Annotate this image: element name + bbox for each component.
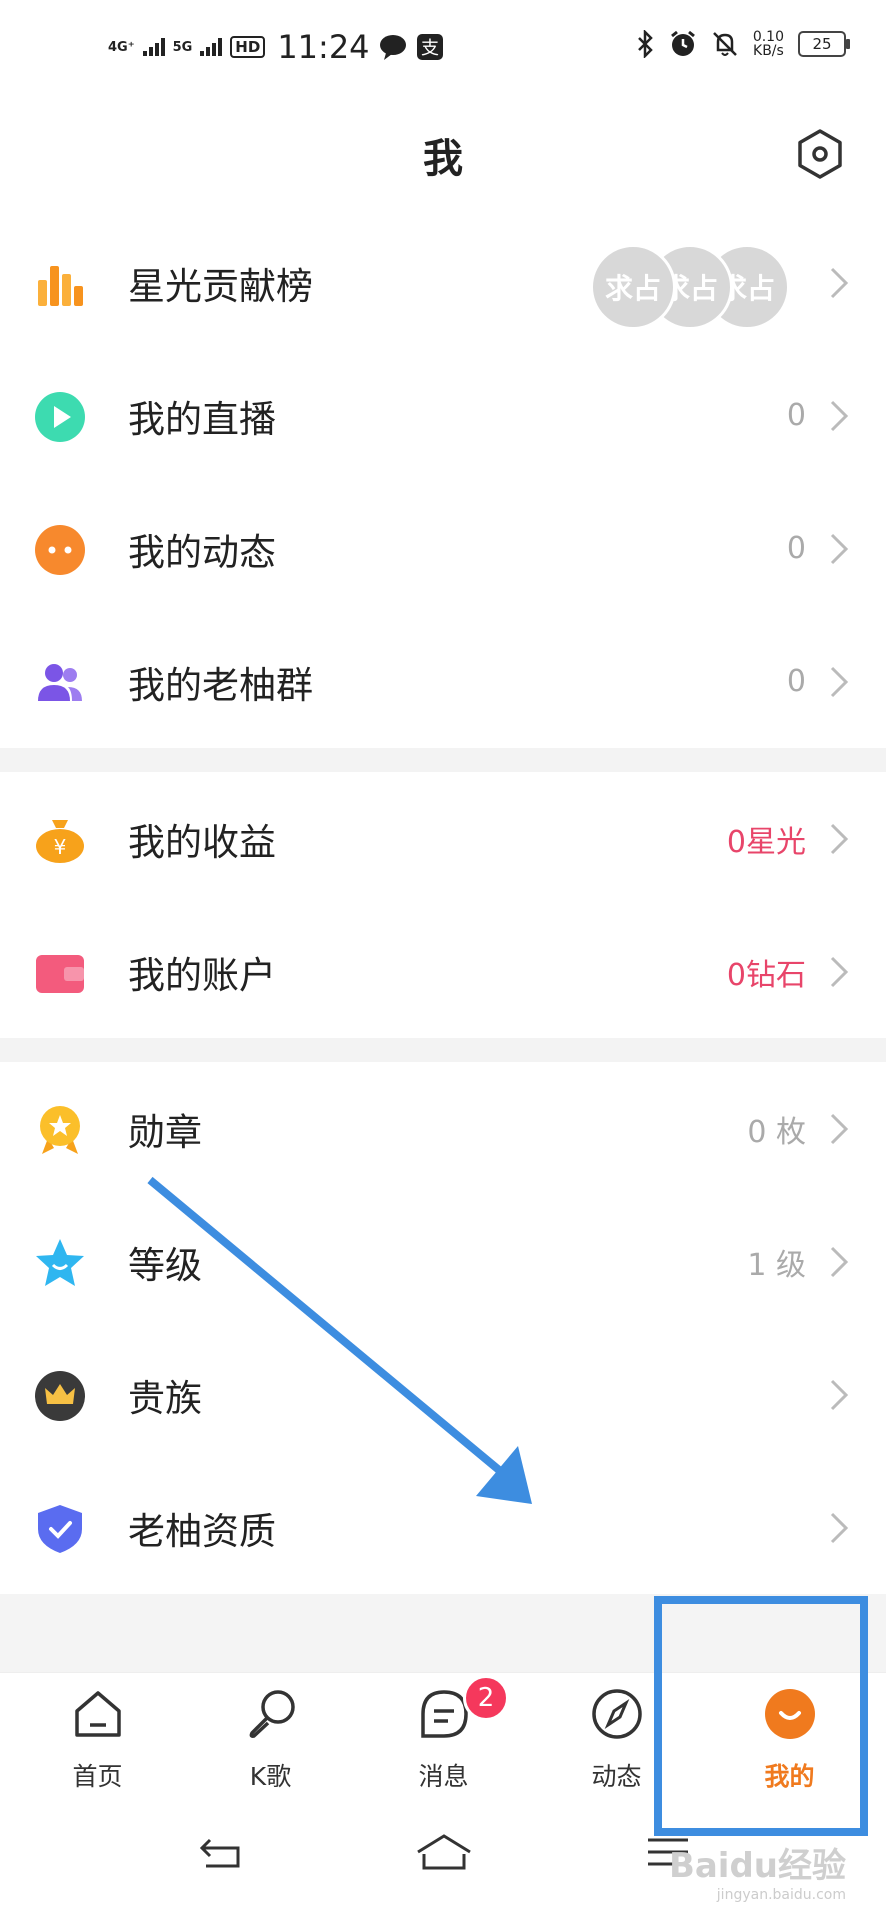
tab-label: 消息 bbox=[418, 1762, 469, 1791]
row-label: 我的账户 bbox=[128, 953, 276, 997]
battery-icon: 25 bbox=[798, 31, 850, 57]
group-icon bbox=[38, 664, 82, 701]
svg-text:¥: ¥ bbox=[54, 835, 67, 859]
battery-level: 25 bbox=[812, 35, 832, 53]
home-icon bbox=[75, 1691, 121, 1737]
home-nav-icon[interactable] bbox=[414, 1832, 474, 1872]
tab-label: 首页 bbox=[72, 1762, 123, 1791]
row-nobility[interactable]: 贵族 bbox=[0, 1328, 886, 1461]
row-medals[interactable]: 勋章 0 枚 bbox=[0, 1062, 886, 1195]
row-star-contribution[interactable]: 星光贡献榜 求占 求占 求占 bbox=[0, 216, 886, 349]
annotation-highlight-box bbox=[654, 1596, 868, 1836]
row-my-live[interactable]: 我的直播 0 bbox=[0, 349, 886, 482]
watermark-sub: jingyan.baidu.com bbox=[716, 1887, 846, 1903]
watermark-text: Baidu经验 bbox=[668, 1846, 846, 1886]
tab-label: K歌 bbox=[249, 1762, 292, 1791]
mute-bell-icon bbox=[712, 32, 737, 56]
settings-hexagon-icon[interactable] bbox=[794, 128, 846, 180]
chevron-right-icon bbox=[830, 1379, 849, 1410]
contributor-avatars: 求占 求占 求占 bbox=[590, 244, 790, 330]
signal-icon bbox=[200, 38, 223, 56]
wallet-icon bbox=[36, 955, 84, 993]
row-my-groups[interactable]: 我的老柚群 0 bbox=[0, 615, 886, 748]
row-value: 0 枚 bbox=[747, 1114, 806, 1150]
row-label: 星光贡献榜 bbox=[128, 264, 313, 308]
back-icon[interactable] bbox=[196, 1832, 244, 1872]
shield-check-icon bbox=[38, 1505, 82, 1553]
section-divider bbox=[0, 1038, 886, 1062]
money-bag-icon: ¥ bbox=[36, 820, 84, 863]
row-value: 0星光 bbox=[726, 824, 806, 860]
tab-karaoke[interactable]: K歌 bbox=[182, 1673, 359, 1801]
row-label: 老柚资质 bbox=[128, 1509, 276, 1553]
row-laoyou-qualification[interactable]: 老柚资质 bbox=[0, 1461, 886, 1594]
row-my-income[interactable]: ¥ 我的收益 0星光 bbox=[0, 772, 886, 905]
chevron-right-icon bbox=[830, 267, 849, 298]
status-bar: 4G⁺ 5G HD 11:24 支 0.10 KB/s 25 bbox=[0, 0, 886, 96]
chevron-right-icon bbox=[830, 956, 849, 987]
row-my-moments[interactable]: 我的动态 0 bbox=[0, 482, 886, 615]
page-header: 我 bbox=[0, 96, 886, 206]
menu-group-main: 星光贡献榜 求占 求占 求占 我的直播 0 我的动态 0 我的老柚群 0 bbox=[0, 216, 886, 748]
svg-text:支: 支 bbox=[421, 38, 439, 59]
menu-group-status: 勋章 0 枚 等级 1 级 贵族 老柚资质 bbox=[0, 1062, 886, 1594]
signal-icon bbox=[142, 38, 165, 56]
crown-icon bbox=[35, 1371, 85, 1421]
row-label: 贵族 bbox=[128, 1376, 202, 1420]
compass-icon bbox=[592, 1689, 642, 1739]
alipay-icon: 支 bbox=[416, 34, 443, 60]
row-value: 0 bbox=[786, 531, 806, 566]
section-divider bbox=[0, 748, 886, 772]
network-5g-label: 5G bbox=[172, 39, 193, 55]
row-label: 我的老柚群 bbox=[128, 663, 313, 707]
clock: 11:24 bbox=[277, 28, 370, 66]
row-value: 0钻石 bbox=[726, 957, 806, 993]
bluetooth-icon bbox=[637, 30, 653, 58]
chevron-right-icon bbox=[830, 1113, 849, 1144]
row-label: 我的收益 bbox=[128, 820, 276, 864]
chevron-right-icon bbox=[830, 400, 849, 431]
star-icon bbox=[36, 1239, 84, 1286]
row-value: 0 bbox=[786, 398, 806, 433]
unread-badge: 2 bbox=[463, 1675, 509, 1721]
status-right: 0.10 KB/s 25 bbox=[635, 29, 850, 59]
chevron-right-icon bbox=[830, 533, 849, 564]
chevron-right-icon bbox=[830, 823, 849, 854]
row-label: 勋章 bbox=[128, 1110, 202, 1154]
chat-bubble-icon bbox=[35, 525, 85, 575]
row-label: 我的动态 bbox=[128, 530, 276, 574]
chevron-right-icon bbox=[830, 666, 849, 697]
row-label: 等级 bbox=[128, 1243, 202, 1287]
menu-group-wallet: ¥ 我的收益 0星光 我的账户 0钻石 bbox=[0, 772, 886, 1038]
hd-label: HD bbox=[230, 36, 266, 58]
chevron-right-icon bbox=[830, 1246, 849, 1277]
row-label: 我的直播 bbox=[128, 397, 276, 441]
chevron-right-icon bbox=[830, 1512, 849, 1543]
chat-notification-icon bbox=[379, 35, 406, 60]
alarm-icon bbox=[670, 30, 695, 56]
row-value: 1 级 bbox=[747, 1247, 806, 1283]
watermark: Baidu经验 jingyan.baidu.com bbox=[669, 1838, 846, 1903]
page-title: 我 bbox=[423, 136, 463, 182]
avatar: 求占 bbox=[590, 244, 676, 330]
bar-chart-icon bbox=[38, 266, 83, 306]
play-icon bbox=[35, 392, 85, 442]
medal-icon bbox=[40, 1106, 80, 1154]
microphone-icon bbox=[249, 1690, 295, 1738]
network-4g-label: 4G⁺ bbox=[108, 39, 135, 55]
tab-messages[interactable]: 2 消息 bbox=[355, 1673, 532, 1801]
tab-home[interactable]: 首页 bbox=[9, 1673, 186, 1801]
status-left: 4G⁺ 5G HD 11:24 支 bbox=[108, 28, 444, 66]
row-level[interactable]: 等级 1 级 bbox=[0, 1195, 886, 1328]
row-my-account[interactable]: 我的账户 0钻石 bbox=[0, 905, 886, 1038]
row-value: 0 bbox=[786, 664, 806, 699]
net-speed: 0.10 KB/s bbox=[752, 29, 784, 59]
